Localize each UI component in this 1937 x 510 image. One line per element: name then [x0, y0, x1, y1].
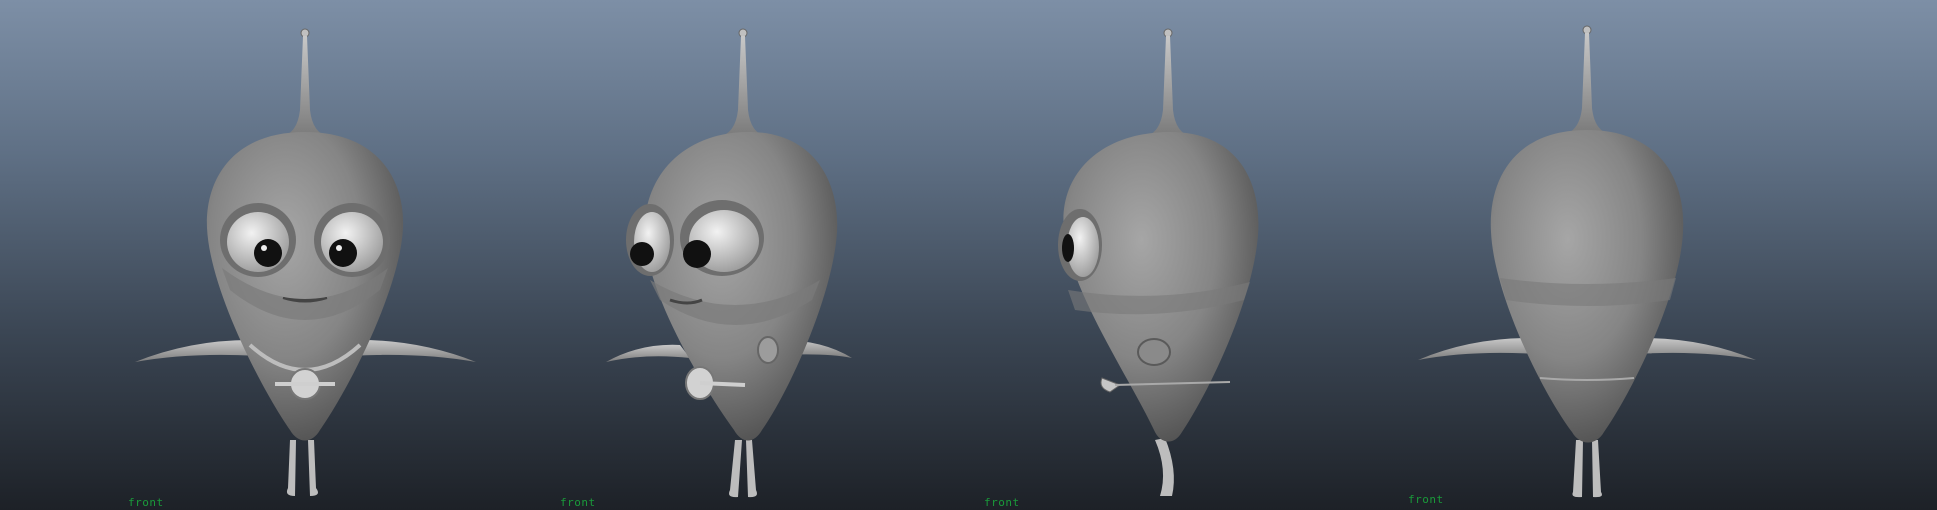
character-front-view[interactable]	[135, 28, 476, 496]
camera-label-side: front	[984, 496, 1020, 509]
camera-label-three-quarter: front	[560, 496, 596, 509]
character-side-view[interactable]	[1058, 28, 1259, 496]
character-back-view[interactable]	[1418, 25, 1756, 498]
character-three-quarter-view[interactable]	[606, 28, 852, 498]
camera-label-front: front	[128, 496, 164, 509]
maya-viewport-panel[interactable]: front front front front	[0, 0, 1937, 510]
camera-label-back: front	[1408, 493, 1444, 506]
model-render	[135, 25, 1756, 498]
